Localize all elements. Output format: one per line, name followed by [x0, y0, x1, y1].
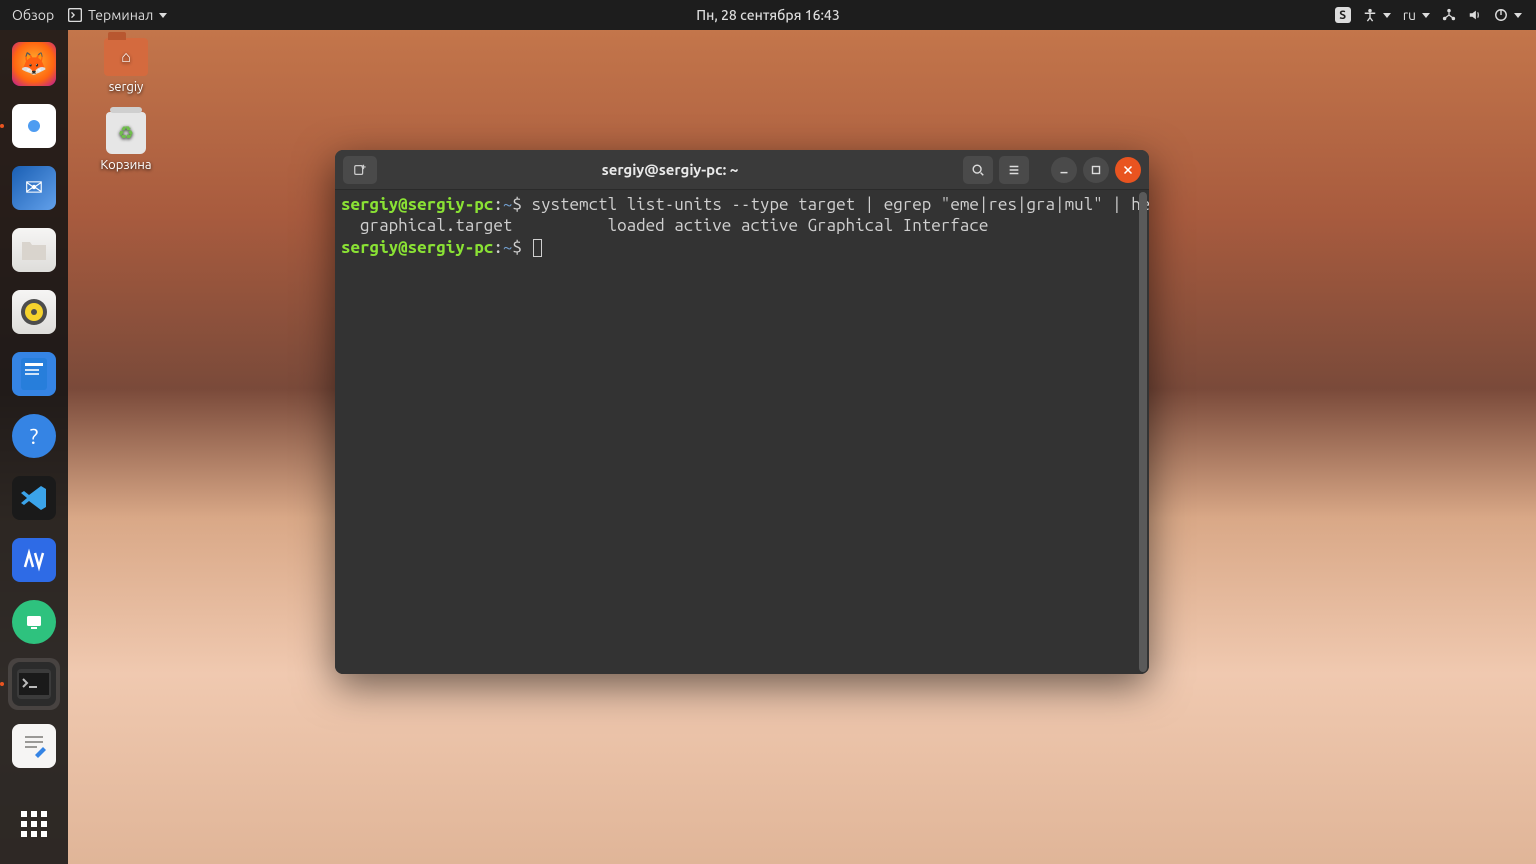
dock-files[interactable]: [8, 224, 60, 276]
dock-rhythmbox[interactable]: [8, 286, 60, 338]
window-titlebar[interactable]: sergiy@sergiy-pc: ~: [335, 150, 1149, 190]
trash-icon: ♻: [106, 112, 146, 154]
dock-thunderbird[interactable]: ✉: [8, 162, 60, 214]
top-panel: Обзор Терминал Пн, 28 сентября 16:43 S r…: [0, 0, 1536, 30]
prompt-end: $: [512, 195, 522, 214]
power-icon: [1494, 8, 1508, 22]
apps-grid-icon: [21, 811, 47, 837]
prompt-sep-2: :: [493, 238, 503, 257]
thunderbird-icon: ✉: [12, 166, 56, 210]
remmina-icon: [12, 600, 56, 644]
recycle-icon: ♻: [106, 112, 146, 154]
dock: 🦊 ✉ ?: [0, 30, 68, 864]
prompt-end-2: $: [512, 238, 522, 257]
terminal-window: sergiy@sergiy-pc: ~ sergiy@sergiy-pc:~$ …: [335, 150, 1149, 674]
dock-terminal[interactable]: [8, 658, 60, 710]
menu-button[interactable]: [999, 156, 1029, 184]
search-button[interactable]: [963, 156, 993, 184]
desktop-icons: ⌂ sergiy ♻ Корзина: [86, 38, 166, 172]
dock-help[interactable]: ?: [8, 410, 60, 462]
desktop-home-folder[interactable]: ⌂ sergiy: [86, 38, 166, 94]
new-tab-icon: [353, 163, 367, 177]
terminal-content[interactable]: sergiy@sergiy-pc:~$ systemctl list-units…: [335, 190, 1149, 674]
terminal-scrollbar[interactable]: [1139, 192, 1147, 672]
skype-icon: S: [1335, 7, 1351, 23]
tray-volume[interactable]: [1468, 8, 1482, 22]
chevron-down-icon: [159, 13, 167, 18]
tray-skype[interactable]: S: [1335, 7, 1351, 23]
prompt-user: sergiy@sergiy-pc: [341, 195, 493, 214]
firefox-icon: 🦊: [12, 42, 56, 86]
dock-firefox[interactable]: 🦊: [8, 38, 60, 90]
tray-accessibility[interactable]: [1363, 8, 1391, 22]
desktop-trash-label: Корзина: [86, 158, 166, 172]
app-menu-label: Терминал: [88, 7, 153, 23]
clock[interactable]: Пн, 28 сентября 16:43: [696, 7, 839, 23]
activities-button[interactable]: Обзор: [12, 7, 54, 23]
keyboard-layout-label: ru: [1403, 7, 1416, 23]
gedit-icon: [12, 724, 56, 768]
command-1: systemctl list-units --type target | egr…: [531, 195, 1149, 214]
dock-writer[interactable]: [8, 348, 60, 400]
prompt-path: ~: [503, 195, 513, 214]
dock-vscode[interactable]: [8, 472, 60, 524]
home-icon: ⌂: [104, 38, 148, 76]
close-button[interactable]: [1115, 157, 1141, 183]
app-menu[interactable]: Терминал: [68, 7, 167, 23]
dock-chromium[interactable]: [8, 100, 60, 152]
terminal-app-icon: [12, 662, 56, 706]
chevron-down-icon: [1422, 13, 1430, 18]
help-icon: ?: [12, 414, 56, 458]
minimize-icon: [1057, 163, 1071, 177]
virtualbox-icon: [12, 538, 56, 582]
tray-network[interactable]: [1442, 8, 1456, 22]
show-applications-button[interactable]: [8, 798, 60, 850]
output-1: graphical.target loaded active active Gr…: [341, 216, 988, 235]
dock-virtualbox[interactable]: [8, 534, 60, 586]
volume-icon: [1468, 8, 1482, 22]
activities-label: Обзор: [12, 7, 54, 23]
window-title: sergiy@sergiy-pc: ~: [383, 161, 957, 178]
accessibility-icon: [1363, 8, 1377, 22]
folder-icon: ⌂: [104, 38, 148, 76]
prompt-user-2: sergiy@sergiy-pc: [341, 238, 493, 257]
vscode-icon: [12, 476, 56, 520]
maximize-icon: [1089, 163, 1103, 177]
terminal-icon: [68, 8, 82, 22]
search-icon: [971, 163, 985, 177]
prompt-path-2: ~: [503, 238, 513, 257]
prompt-sep: :: [493, 195, 503, 214]
chevron-down-icon: [1514, 13, 1522, 18]
tray-power[interactable]: [1494, 8, 1522, 22]
dock-remmina[interactable]: [8, 596, 60, 648]
close-icon: [1121, 163, 1135, 177]
chevron-down-icon: [1383, 13, 1391, 18]
chromium-icon: [12, 104, 56, 148]
maximize-button[interactable]: [1083, 157, 1109, 183]
desktop-home-label: sergiy: [86, 80, 166, 94]
minimize-button[interactable]: [1051, 157, 1077, 183]
writer-icon: [12, 352, 56, 396]
network-icon: [1442, 8, 1456, 22]
clock-text: Пн, 28 сентября 16:43: [696, 7, 839, 23]
new-tab-button[interactable]: [343, 156, 377, 184]
tray-keyboard-layout[interactable]: ru: [1403, 7, 1430, 23]
cursor: [533, 239, 542, 257]
rhythmbox-icon: [12, 290, 56, 334]
files-icon: [12, 228, 56, 272]
desktop-trash[interactable]: ♻ Корзина: [86, 112, 166, 172]
hamburger-icon: [1007, 163, 1021, 177]
dock-gedit[interactable]: [8, 720, 60, 772]
